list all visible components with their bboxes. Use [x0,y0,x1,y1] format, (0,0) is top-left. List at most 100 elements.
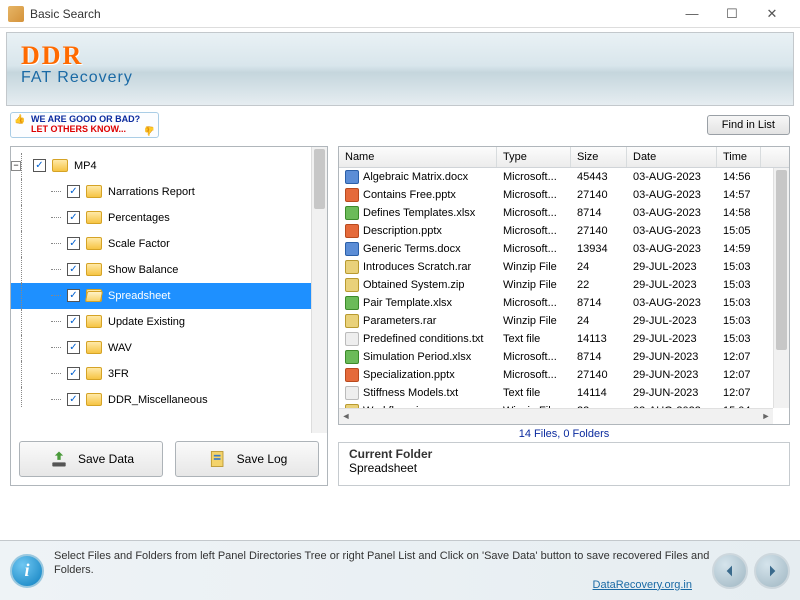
tree-item[interactable]: ✓ Narrations Report [11,179,327,205]
save-data-icon [48,449,70,469]
app-icon [8,6,24,22]
file-row[interactable]: Algebraic Matrix.docxMicrosoft...4544303… [339,168,789,186]
file-name: Defines Templates.xlsx [363,207,475,219]
col-time[interactable]: Time [717,147,761,167]
file-type: Microsoft... [497,207,571,219]
file-row[interactable]: Pair Template.xlsxMicrosoft...871403-AUG… [339,294,789,312]
col-type[interactable]: Type [497,147,571,167]
file-row[interactable]: Simulation Period.xlsxMicrosoft...871429… [339,348,789,366]
file-list-pane: Name Type Size Date Time Algebraic Matri… [338,146,790,425]
file-list[interactable]: Algebraic Matrix.docxMicrosoft...4544303… [339,168,789,424]
folder-icon [86,237,102,250]
file-date: 29-JUL-2023 [627,333,717,345]
file-row[interactable]: Parameters.rarWinzip File2429-JUL-202315… [339,312,789,330]
file-row[interactable]: Contains Free.pptxMicrosoft...2714003-AU… [339,186,789,204]
folder-tree[interactable]: −✓MP4✓Narrations Report✓Percentages✓Scal… [11,147,327,407]
checkbox[interactable]: ✓ [67,367,80,380]
tree-item[interactable]: ✓Update Existing [11,309,327,335]
tree-item[interactable]: ✓Scale Factor [11,231,327,257]
file-size: 8714 [571,207,627,219]
find-in-list-button[interactable]: Find in List [707,115,790,135]
minimize-button[interactable]: — [672,2,712,26]
file-row[interactable]: Generic Terms.docxMicrosoft...1393403-AU… [339,240,789,258]
file-row[interactable]: Introduces Scratch.rarWinzip File2429-JU… [339,258,789,276]
file-icon [345,350,359,364]
tree-item[interactable]: −✓MP4 [11,153,327,179]
file-row[interactable]: Stiffness Models.txtText file1411429-JUN… [339,384,789,402]
file-time: 15:03 [717,279,761,291]
file-time: 15:03 [717,297,761,309]
list-scrollbar-horizontal[interactable]: ◄ ► [339,408,773,424]
current-folder-box: Current Folder Spreadsheet [338,442,790,486]
current-folder-header: Current Folder [349,447,779,461]
save-log-label: Save Log [237,452,288,466]
file-date: 29-JUN-2023 [627,369,717,381]
file-row[interactable]: Obtained System.zipWinzip File2229-JUL-2… [339,276,789,294]
list-scrollbar-vertical[interactable] [773,168,789,408]
file-date: 03-AUG-2023 [627,243,717,255]
checkbox[interactable]: ✓ [67,315,80,328]
forward-button[interactable] [754,553,790,589]
file-date: 03-AUG-2023 [627,171,717,183]
file-icon [345,278,359,292]
tree-scrollbar[interactable] [311,147,327,433]
file-row[interactable]: Defines Templates.xlsxMicrosoft...871403… [339,204,789,222]
collapse-icon[interactable]: − [11,161,21,171]
logo-text: DDR [21,41,779,71]
checkbox[interactable]: ✓ [67,185,80,198]
file-name: Introduces Scratch.rar [363,261,471,273]
scroll-right-icon[interactable]: ► [759,409,773,423]
file-icon [345,170,359,184]
file-icon [345,206,359,220]
file-icon [345,368,359,382]
checkbox[interactable]: ✓ [67,211,80,224]
file-time: 12:07 [717,369,761,381]
header-banner: DDR FAT Recovery [6,32,794,106]
folder-icon [86,263,102,276]
tree-item[interactable]: ✓3FR [11,361,327,387]
close-button[interactable]: ✕ [752,2,792,26]
tree-item[interactable]: ✓Percentages [11,205,327,231]
file-time: 15:03 [717,261,761,273]
file-row[interactable]: Description.pptxMicrosoft...2714003-AUG-… [339,222,789,240]
file-type: Microsoft... [497,225,571,237]
footer-text: Select Files and Folders from left Panel… [54,549,712,592]
back-button[interactable] [712,553,748,589]
checkbox[interactable]: ✓ [67,393,80,406]
tree-item[interactable]: ✓Spreadsheet [11,283,327,309]
checkbox[interactable]: ✓ [67,289,80,302]
tree-item[interactable]: ✓Show Balance [11,257,327,283]
file-size: 14114 [571,387,627,399]
checkbox[interactable]: ✓ [67,263,80,276]
scroll-left-icon[interactable]: ◄ [339,409,353,423]
file-name: Simulation Period.xlsx [363,351,471,363]
col-name[interactable]: Name [339,147,497,167]
maximize-button[interactable]: ☐ [712,2,752,26]
file-type: Microsoft... [497,297,571,309]
feedback-badge[interactable]: 👍 WE ARE GOOD OR BAD? LET OTHERS KNOW...… [10,112,159,138]
file-name: Parameters.rar [363,315,436,327]
checkbox[interactable]: ✓ [67,341,80,354]
save-data-button[interactable]: Save Data [19,441,163,477]
tree-item[interactable]: ✓WAV [11,335,327,361]
folder-icon [86,341,102,354]
file-name: Specialization.pptx [363,369,455,381]
file-row[interactable]: Predefined conditions.txtText file141132… [339,330,789,348]
file-row[interactable]: Specialization.pptxMicrosoft...2714029-J… [339,366,789,384]
file-time: 12:07 [717,351,761,363]
file-size: 22 [571,279,627,291]
col-date[interactable]: Date [627,147,717,167]
footer-link[interactable]: DataRecovery.org.in [593,578,692,592]
file-time: 15:05 [717,225,761,237]
tree-item[interactable]: ✓DDR_Miscellaneous [11,387,327,407]
file-name: Predefined conditions.txt [363,333,483,345]
save-log-button[interactable]: Save Log [175,441,319,477]
file-date: 29-JUL-2023 [627,279,717,291]
thumb-up-icon: 👍 [14,115,26,127]
folder-icon [86,211,102,224]
file-date: 03-AUG-2023 [627,297,717,309]
tree-item-label: Narrations Report [108,186,195,198]
col-size[interactable]: Size [571,147,627,167]
checkbox[interactable]: ✓ [33,159,46,172]
checkbox[interactable]: ✓ [67,237,80,250]
